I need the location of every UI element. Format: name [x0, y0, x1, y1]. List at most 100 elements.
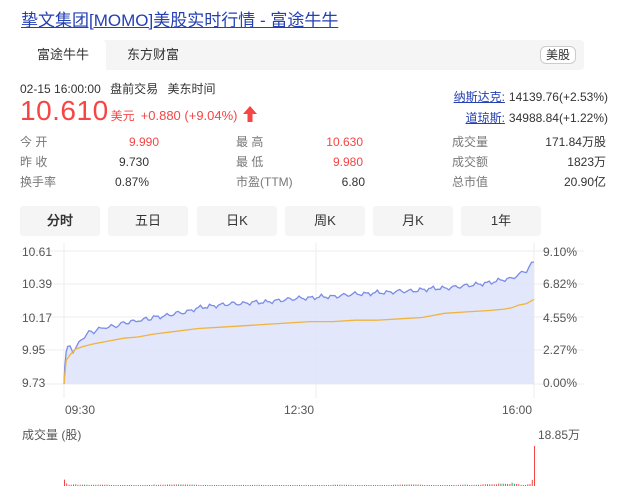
volume-bar	[381, 485, 383, 486]
volume-bar	[379, 485, 381, 486]
volume-bar	[301, 485, 303, 486]
tab-monthly-k[interactable]: 月K	[373, 206, 453, 236]
volume-bar	[451, 485, 453, 486]
stat-label: 换手率	[20, 175, 57, 189]
volume-bar	[285, 485, 287, 486]
stat-value: 9.990	[128, 135, 159, 149]
volume-bar	[209, 485, 211, 486]
y-tick-left: 10.61	[22, 245, 52, 259]
volume-bar	[111, 485, 112, 486]
volume-bar	[240, 485, 242, 486]
volume-bar	[292, 485, 294, 486]
volume-bar	[386, 485, 388, 486]
volume-bar	[66, 483, 68, 486]
stat-high: 最 高 10.630	[236, 133, 363, 151]
volume-bar	[464, 484, 466, 486]
volume-bar	[115, 485, 117, 486]
volume-bar	[81, 484, 83, 486]
volume-bar	[384, 485, 385, 486]
y-tick-left: 9.95	[22, 343, 46, 357]
volume-bar	[117, 485, 119, 486]
volume-bar	[95, 484, 97, 486]
volume-bar	[281, 485, 283, 486]
volume-bar	[162, 484, 164, 486]
volume-bar	[397, 484, 399, 486]
volume-bar	[175, 484, 177, 486]
volume-bar	[531, 479, 533, 486]
volume-bar	[256, 484, 258, 486]
volume-bar	[507, 483, 509, 486]
volume-bar	[393, 484, 394, 486]
stat-label: 最 高	[236, 135, 264, 149]
volume-bar	[131, 485, 133, 486]
volume-bar	[173, 484, 175, 486]
volume-bar	[234, 485, 236, 486]
page-title[interactable]: 挚文集团[MOMO]美股实时行情 - 富途牛牛	[21, 6, 338, 31]
tab-intraday[interactable]: 分时	[20, 206, 100, 236]
stat-amount: 成交额 1823万	[452, 153, 606, 171]
volume-bar	[410, 484, 412, 486]
volume-bar	[133, 485, 135, 486]
tab-futu[interactable]: 富途牛牛	[20, 40, 106, 70]
tab-weekly-k[interactable]: 周K	[285, 206, 365, 236]
stat-label: 成交量	[452, 135, 489, 149]
volume-bar	[504, 483, 506, 486]
volume-bar	[178, 484, 180, 486]
stat-prev-close: 昨 收 9.730	[20, 153, 149, 171]
volume-bar	[478, 484, 479, 486]
volume-bar	[180, 484, 182, 486]
stat-market-cap: 总市值 20.90亿	[452, 173, 606, 191]
stat-low: 最 低 9.980	[236, 153, 363, 171]
index-link-nasdaq[interactable]: 纳斯达克:	[454, 90, 505, 104]
volume-bar	[449, 485, 450, 486]
stat-label: 今 开	[20, 135, 48, 149]
y-tick-right: 2.27%	[543, 343, 577, 357]
volume-bar	[431, 485, 432, 486]
volume-bar	[283, 485, 285, 486]
stat-value: 20.90亿	[563, 175, 606, 189]
tab-five-day[interactable]: 五日	[108, 206, 188, 236]
index-link-dow[interactable]: 道琼斯:	[466, 111, 505, 125]
volume-bar	[446, 485, 448, 486]
volume-bar	[149, 485, 150, 486]
volume-bar	[290, 485, 291, 486]
volume-bar	[75, 484, 77, 486]
volume-bar	[263, 485, 265, 486]
tab-one-year[interactable]: 1年	[461, 206, 541, 236]
stat-label: 总市值	[452, 175, 489, 189]
volume-bar	[135, 485, 137, 486]
volume-bar	[205, 485, 206, 486]
up-arrow-icon	[242, 106, 257, 127]
volume-bar	[274, 485, 276, 486]
volume-bar	[191, 484, 193, 486]
volume-bar	[334, 484, 336, 486]
stat-value: 171.84万股	[545, 135, 606, 149]
volume-bar	[390, 485, 392, 486]
intraday-chart[interactable]: 10.61 10.39 10.17 9.95 9.73 9.10% 6.82% …	[0, 238, 625, 489]
volume-bar	[220, 485, 222, 486]
volume-bar	[245, 485, 247, 486]
volume-bar	[122, 485, 124, 486]
volume-bar	[299, 485, 300, 486]
period-tabs: 分时 五日 日K 周K 月K 1年	[20, 206, 541, 236]
volume-bar	[64, 479, 65, 486]
index-box: 纳斯达克: 14139.76(+2.53%) 道琼斯: 34988.84(+1.22…	[454, 87, 608, 129]
y-tick-right: 4.55%	[543, 311, 577, 325]
volume-bar	[276, 485, 278, 486]
stat-label: 成交额	[452, 155, 489, 169]
volume-bar	[247, 485, 249, 486]
volume-bar	[375, 485, 377, 486]
tab-daily-k[interactable]: 日K	[197, 206, 277, 236]
volume-bar	[513, 483, 515, 486]
volume-bar	[106, 484, 108, 486]
volume-bar	[357, 485, 359, 486]
volume-bar	[424, 485, 426, 486]
volume-bar	[348, 484, 350, 486]
volume-bar	[252, 485, 253, 486]
volume-bar	[444, 485, 446, 486]
volume-bar	[142, 485, 144, 486]
volume-bar	[361, 485, 363, 486]
volume-bar	[350, 484, 352, 486]
volume-bar	[341, 484, 343, 486]
tab-eastmoney[interactable]: 东方财富	[110, 40, 196, 70]
